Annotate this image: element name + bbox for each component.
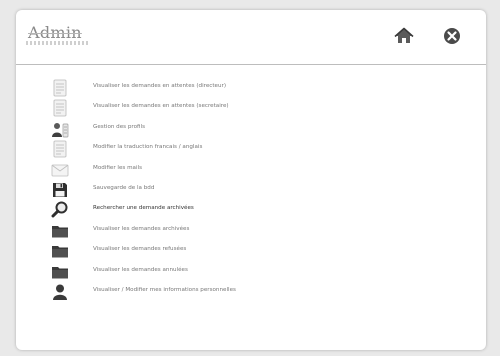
mail-icon <box>51 161 69 179</box>
menu-item-cancelled[interactable]: Visualiser les demandes annulées <box>16 262 486 282</box>
folder-icon <box>51 222 69 240</box>
folder-icon <box>51 263 69 281</box>
menu-item-personal-info[interactable]: Visualiser / Modifier mes informations p… <box>16 282 486 302</box>
profiles-icon <box>51 120 69 138</box>
document-icon <box>51 79 69 97</box>
page-title: Admin <box>28 23 82 42</box>
menu-item-pending-director[interactable]: Visualiser les demandes en attentes (dir… <box>16 78 486 98</box>
menu-item-label[interactable]: Visualiser les demandes archivées <box>93 226 189 232</box>
document-icon <box>51 99 69 117</box>
menu-item-pending-secretary[interactable]: Visualiser les demandes en attentes (sec… <box>16 98 486 118</box>
admin-panel: Admin Visualiser les demandes en attente… <box>16 10 486 350</box>
menu-item-translation[interactable]: Modifier la traduction francais / anglai… <box>16 139 486 159</box>
header-divider <box>16 64 486 65</box>
floppy-disk-icon <box>51 181 69 199</box>
menu-item-label[interactable]: Visualiser / Modifier mes informations p… <box>93 287 236 293</box>
user-icon <box>51 283 69 301</box>
menu-item-refused[interactable]: Visualiser les demandes refusées <box>16 241 486 261</box>
admin-menu: Visualiser les demandes en attentes (dir… <box>16 78 486 302</box>
folder-icon <box>51 242 69 260</box>
close-icon[interactable] <box>442 26 462 46</box>
title-underline <box>26 41 90 45</box>
magnifier-icon <box>51 201 69 219</box>
menu-item-backup[interactable]: Sauvegarde de la bdd <box>16 180 486 200</box>
menu-item-archived[interactable]: Visualiser les demandes archivées <box>16 221 486 241</box>
menu-item-label[interactable]: Rechercher une demande archivées <box>93 205 194 211</box>
menu-item-label[interactable]: Gestion des profils <box>93 124 145 130</box>
home-icon[interactable] <box>394 26 414 46</box>
menu-item-mails[interactable]: Modifier les mails <box>16 160 486 180</box>
menu-item-label[interactable]: Visualiser les demandes annulées <box>93 267 188 273</box>
document-icon <box>51 140 69 158</box>
menu-item-profiles[interactable]: Gestion des profils <box>16 119 486 139</box>
menu-item-label[interactable]: Modifier la traduction francais / anglai… <box>93 144 202 150</box>
menu-item-label[interactable]: Visualiser les demandes en attentes (dir… <box>93 83 226 89</box>
menu-item-label[interactable]: Visualiser les demandes refusées <box>93 246 186 252</box>
menu-item-label[interactable]: Modifier les mails <box>93 165 142 171</box>
menu-item-label[interactable]: Sauvegarde de la bdd <box>93 185 154 191</box>
menu-item-search-archived[interactable]: Rechercher une demande archivées <box>16 200 486 220</box>
menu-item-label[interactable]: Visualiser les demandes en attentes (sec… <box>93 103 229 109</box>
